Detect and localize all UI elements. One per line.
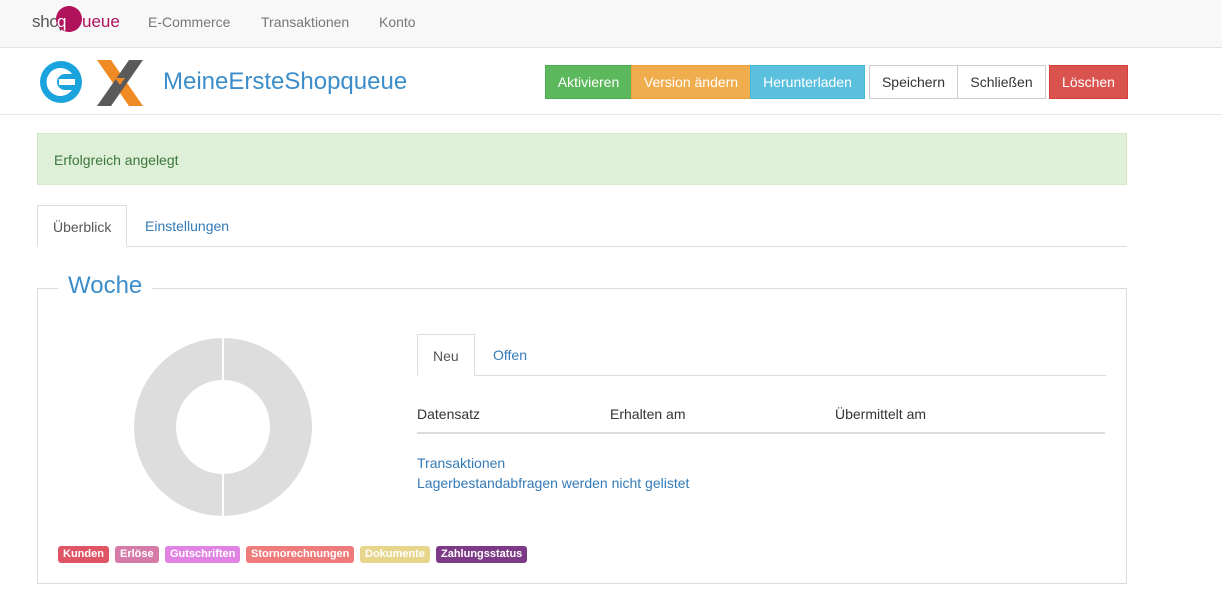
- delete-button[interactable]: Löschen: [1049, 65, 1128, 99]
- activate-button[interactable]: Aktivieren: [545, 65, 632, 99]
- main-tabs: Überblick Einstellungen: [37, 205, 1127, 247]
- column-datensatz: Datensatz: [417, 406, 481, 422]
- brand-text-q: q: [57, 12, 67, 31]
- legend-stornorechnungen[interactable]: Stornorechnungen: [246, 546, 355, 563]
- brand-text-right: ueue: [82, 12, 120, 31]
- shop-s-logo-icon: [40, 61, 82, 103]
- change-version-button[interactable]: Version ändern: [631, 65, 751, 99]
- download-button[interactable]: Herunterladen: [750, 65, 865, 99]
- top-navbar: shop q ueue E-Commerce Transaktionen Kon…: [0, 0, 1222, 48]
- inner-tabs: Neu Offen: [417, 334, 1106, 376]
- legend-dokumente[interactable]: Dokumente: [360, 546, 430, 563]
- nav-transaktionen[interactable]: Transaktionen: [261, 14, 349, 30]
- lagerbestand-link[interactable]: Lagerbestandabfragen werden nicht gelist…: [417, 475, 689, 491]
- week-donut-chart: [132, 336, 314, 518]
- brand-logo[interactable]: shop q ueue: [32, 6, 128, 38]
- nav-ecommerce[interactable]: E-Commerce: [148, 14, 230, 30]
- legend-erloese[interactable]: Erlöse: [115, 546, 159, 563]
- donut-empty-slice: [222, 336, 314, 518]
- legend-gutschriften[interactable]: Gutschriften: [165, 546, 241, 563]
- nav-konto[interactable]: Konto: [379, 14, 416, 30]
- tab-offen[interactable]: Offen: [478, 334, 542, 376]
- page-title: MeineErsteShopqueue: [163, 68, 408, 95]
- legend-kunden[interactable]: Kunden: [58, 546, 109, 563]
- transaktionen-link[interactable]: Transaktionen: [417, 455, 505, 471]
- success-alert: Erfolgreich angelegt: [37, 133, 1127, 185]
- table-header: Datensatz Erhalten am Übermittelt am: [417, 396, 1105, 434]
- page-header: MeineErsteShopqueue Aktivieren Version ä…: [0, 49, 1222, 115]
- column-erhalten-am: Erhalten am: [610, 406, 686, 422]
- tab-ueberblick[interactable]: Überblick: [37, 205, 128, 247]
- legend-zahlungsstatus[interactable]: Zahlungsstatus: [436, 546, 528, 563]
- donut-empty-slice: [132, 336, 224, 518]
- tab-neu[interactable]: Neu: [417, 334, 475, 376]
- x-logo-icon: [97, 60, 143, 106]
- save-button[interactable]: Speichern: [869, 65, 958, 99]
- tab-einstellungen[interactable]: Einstellungen: [130, 205, 244, 247]
- column-uebermittelt-am: Übermittelt am: [835, 406, 927, 422]
- close-button[interactable]: Schließen: [957, 65, 1046, 99]
- week-legend: Woche: [58, 272, 153, 300]
